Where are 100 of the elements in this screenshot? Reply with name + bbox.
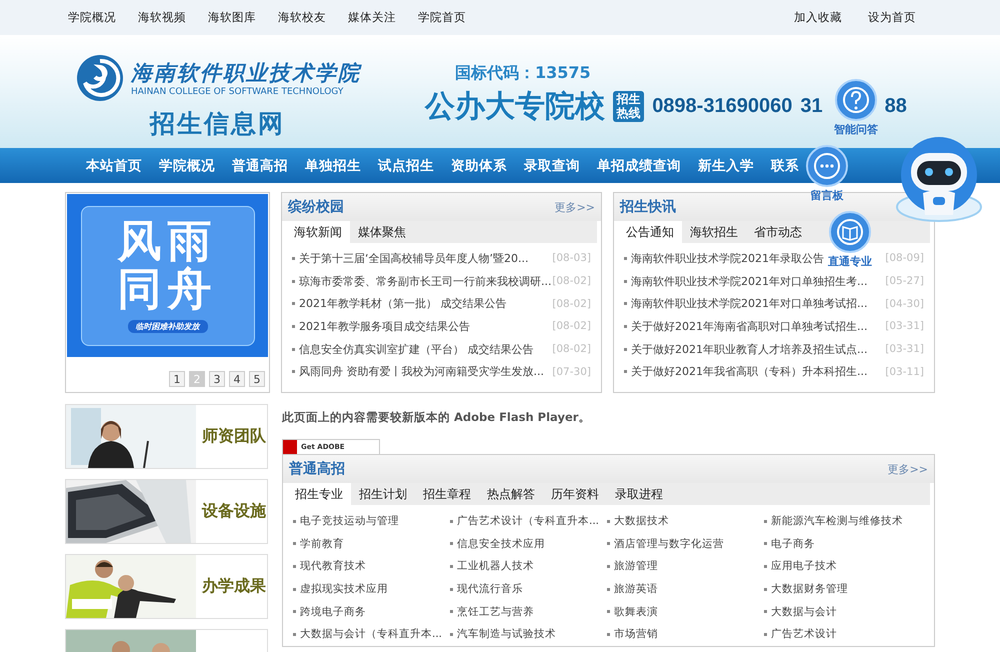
feature-label: 办学成果: [202, 576, 266, 597]
news-link[interactable]: 关于做好2021年职业教育人才培养及招生试点...: [631, 342, 868, 357]
major-link[interactable]: 跨境电子商务: [300, 604, 366, 619]
tab[interactable]: 媒体聚焦: [350, 221, 414, 243]
news-link[interactable]: 2021年教学耗材（第一批） 成交结果公告: [299, 296, 506, 312]
major-link[interactable]: 大数据与会计（专科直升本...: [300, 627, 442, 642]
nav-item[interactable]: 单独招生: [305, 156, 361, 174]
major-link[interactable]: 大数据财务管理: [771, 582, 848, 596]
news-link[interactable]: 海南软件职业技术学院2021年录取公告: [631, 250, 824, 266]
news-link[interactable]: 风雨同舟 资助有爱丨我校为河南籍受灾学生发放...: [299, 364, 544, 380]
tab[interactable]: 招生专业: [287, 483, 351, 505]
bullet-icon: [607, 588, 610, 591]
nav-item[interactable]: 单招成绩查询: [597, 156, 681, 174]
banner-title: 同舟: [118, 266, 218, 314]
news-link[interactable]: 2021年教学服务项目成交结果公告: [299, 318, 470, 334]
page-button[interactable]: 4: [229, 371, 245, 387]
feature-card[interactable]: 设备设施: [65, 479, 268, 544]
tab[interactable]: 海软新闻: [286, 221, 350, 243]
page-button[interactable]: 3: [209, 371, 225, 387]
major-link[interactable]: 工业机器人技术: [457, 559, 534, 574]
bullet-icon: [292, 324, 295, 328]
news-link[interactable]: 琼海市委常委、常务副市长王司一行前来我校调研...: [299, 274, 552, 289]
nav-item[interactable]: 录取查询: [524, 156, 580, 174]
widget-label[interactable]: 留言板: [810, 188, 844, 203]
nav-item[interactable]: 联系: [771, 156, 799, 174]
help-icon[interactable]: [835, 79, 877, 121]
major-link[interactable]: 新能源汽车检测与维修技术: [771, 514, 903, 528]
major-link[interactable]: 烹饪工艺与营养: [457, 604, 534, 619]
tab[interactable]: 招生章程: [415, 483, 479, 505]
major-link[interactable]: 信息安全技术应用: [457, 536, 545, 551]
major-link[interactable]: 酒店管理与数字化运营: [614, 536, 724, 551]
tab[interactable]: 省市动态: [746, 221, 810, 243]
major-link[interactable]: 学前教育: [300, 536, 344, 551]
nav-item[interactable]: 学院概况: [159, 156, 215, 174]
book-icon[interactable]: [829, 211, 871, 253]
tab[interactable]: 历年资料: [543, 483, 607, 505]
news-date: [08-03]: [552, 252, 591, 264]
nav-item[interactable]: 资助体系: [451, 156, 507, 174]
news-link[interactable]: 关于做好2021年我省高职（专科）升本科招生...: [631, 364, 868, 380]
page-button[interactable]: 5: [249, 371, 265, 387]
widget-label[interactable]: 智能问答: [834, 122, 878, 137]
top-link[interactable]: 海软校友: [278, 10, 326, 25]
major-link[interactable]: 广告艺术设计: [771, 627, 837, 642]
major-link[interactable]: 旅游英语: [614, 582, 658, 596]
major-link[interactable]: 电子竞技运动与管理: [300, 514, 399, 528]
major-link[interactable]: 大数据技术: [614, 514, 669, 528]
nav-item[interactable]: 普通高招: [232, 156, 288, 174]
major-link[interactable]: 市场营销: [614, 627, 658, 642]
feature-label: 师资团队: [202, 426, 266, 447]
tab[interactable]: 海软招生: [682, 221, 746, 243]
top-link[interactable]: 加入收藏: [794, 10, 842, 25]
feature-card[interactable]: 师资团队: [65, 404, 268, 469]
bullet-icon: [292, 302, 295, 306]
widget-label[interactable]: 直通专业: [828, 254, 872, 269]
chat-icon[interactable]: [806, 145, 848, 187]
bullet-icon: [450, 610, 453, 614]
major-link[interactable]: 现代教育技术: [300, 559, 366, 574]
institution-code: 国标代码：13575: [455, 63, 592, 84]
news-link[interactable]: 信息安全仿真实训室扩建（平台） 成交结果公告: [299, 342, 534, 357]
feature-card[interactable]: 办学成果: [65, 554, 268, 619]
school-type: 公办大专院校: [425, 88, 605, 126]
top-link[interactable]: 学院概况: [68, 10, 116, 25]
bullet-icon: [624, 348, 627, 351]
bullet-icon: [607, 542, 610, 546]
top-link[interactable]: 媒体关注: [348, 10, 396, 25]
bullet-icon: [607, 520, 610, 523]
tab[interactable]: 录取进程: [607, 483, 671, 505]
news-link[interactable]: 海南软件职业技术学院2021年对口单独考试招...: [631, 296, 868, 312]
page-button[interactable]: 1: [169, 371, 185, 387]
news-date: [08-02]: [552, 343, 591, 356]
major-link[interactable]: 应用电子技术: [771, 559, 837, 574]
top-link[interactable]: 设为首页: [868, 10, 916, 25]
top-link[interactable]: 海软视频: [138, 10, 186, 25]
bullet-icon: [292, 256, 295, 260]
bullet-icon: [450, 588, 453, 591]
tab[interactable]: 招生计划: [351, 483, 415, 505]
panel-title: 招生快讯: [620, 198, 676, 216]
nav-item[interactable]: 试点招生: [378, 156, 434, 174]
major-link[interactable]: 广告艺术设计（专科直升本...: [457, 514, 600, 528]
bullet-icon: [764, 632, 767, 636]
top-link[interactable]: 海软图库: [208, 10, 256, 25]
major-link[interactable]: 电子商务: [771, 536, 815, 551]
major-link[interactable]: 歌舞表演: [614, 604, 658, 619]
top-link[interactable]: 学院首页: [418, 10, 466, 25]
news-link[interactable]: 关于第十三届‘全国高校辅导员年度人物’暨20...: [299, 250, 528, 266]
tab[interactable]: 公告通知: [618, 221, 682, 243]
site-title: 招生信息网: [150, 108, 286, 140]
nav-item[interactable]: 新生入学: [698, 156, 754, 174]
news-link[interactable]: 关于做好2021年海南省高职对口单独考试招生...: [631, 318, 868, 334]
bullet-icon: [293, 564, 296, 568]
major-link[interactable]: 虚拟现实技术应用: [300, 582, 388, 596]
news-link[interactable]: 海南软件职业技术学院2021年对口单独招生考...: [631, 274, 868, 289]
major-link[interactable]: 汽车制造与试验技术: [457, 627, 556, 642]
news-date: [03-11]: [885, 366, 924, 378]
bullet-icon: [292, 280, 295, 283]
major-link[interactable]: 现代流行音乐: [457, 582, 523, 596]
tab[interactable]: 热点解答: [479, 483, 543, 505]
major-link[interactable]: 大数据与会计: [771, 604, 837, 619]
nav-item[interactable]: 本站首页: [86, 156, 142, 174]
major-link[interactable]: 旅游管理: [614, 559, 658, 574]
